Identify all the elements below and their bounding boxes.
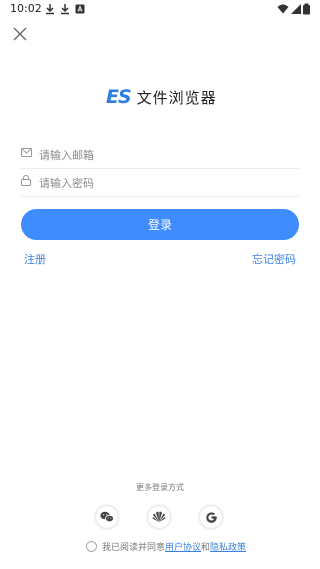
huawei-login-button[interactable] [148,506,170,528]
close-icon [13,27,27,41]
email-input[interactable] [37,143,296,167]
signal-icon [291,4,301,14]
wechat-icon [100,511,114,523]
wechat-login-button[interactable] [96,506,118,528]
agreement-prefix: 我已阅读并同意 [102,543,166,553]
more-login-label: 更多登录方式 [136,483,184,492]
close-button[interactable] [10,24,30,44]
agreement-and: 和 [201,543,211,553]
wifi-icon [277,4,289,14]
status-bar: 10:02 [0,0,320,18]
privacy-policy-link[interactable]: 隐私政策 [210,540,246,553]
battery-icon [303,3,310,15]
user-agreement-link[interactable]: 用户协议 [165,540,201,553]
status-time: 10:02 [10,2,42,15]
login-button[interactable]: 登录 [21,209,299,240]
password-input[interactable] [37,171,296,195]
huawei-icon [152,511,166,522]
google-login-button[interactable] [200,506,222,528]
password-field-row [21,168,299,197]
agreement-radio[interactable] [86,541,97,552]
app-name: 文件浏览器 [136,88,217,107]
agreement-row: 我已阅读并同意 用户协议 和 隐私政策 [86,540,246,553]
forgot-password-link[interactable]: 忘记密码 [252,251,296,267]
logo-mark: ES [106,86,132,108]
register-link[interactable]: 注册 [24,251,46,267]
download-icon [61,4,69,15]
mail-icon [21,148,32,157]
lock-icon [21,175,31,186]
download-icon [46,4,54,15]
app-logo: ES 文件浏览器 [106,86,217,108]
app-store-icon [75,4,85,14]
google-icon [205,511,217,523]
email-field-row [21,140,299,169]
